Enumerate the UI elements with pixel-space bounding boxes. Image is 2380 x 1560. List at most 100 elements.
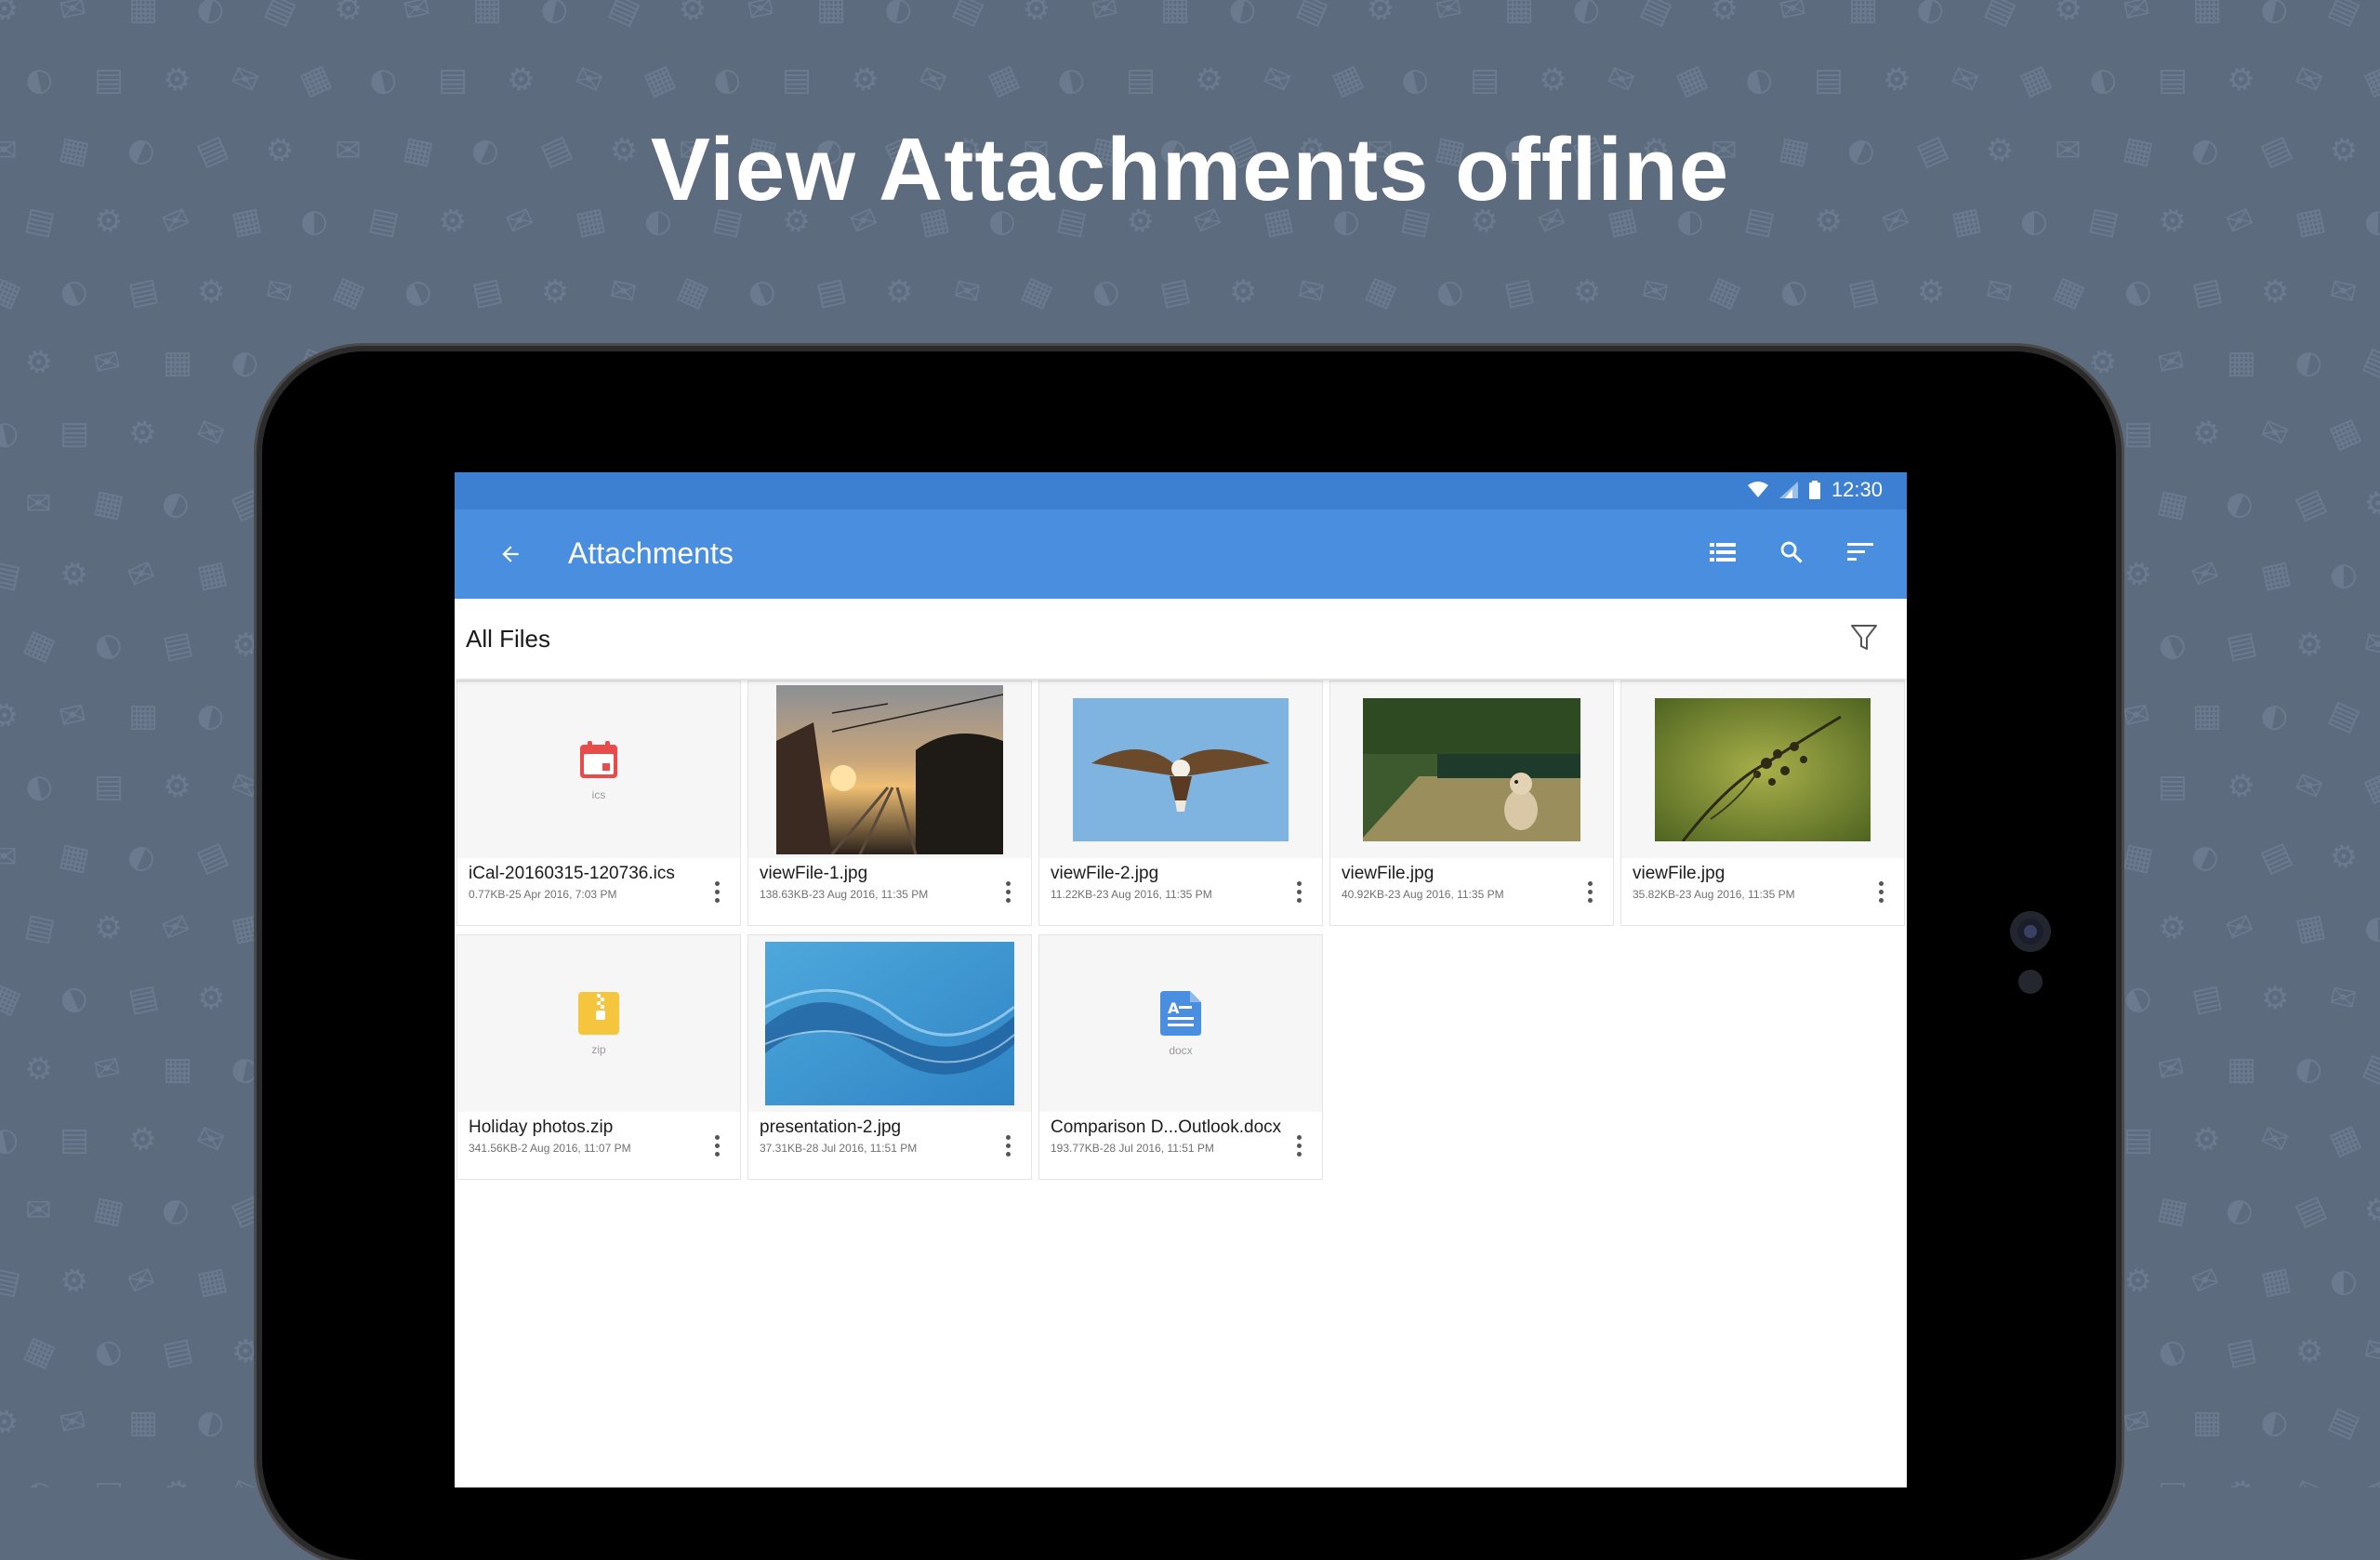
file-thumbnail xyxy=(1039,681,1322,858)
pattern-glyph: ▦ xyxy=(1704,269,1747,315)
pattern-glyph: ▤ xyxy=(469,271,506,313)
pattern-glyph: ▦ xyxy=(2227,344,2257,381)
pattern-glyph: ◐ xyxy=(2257,0,2293,31)
pattern-glyph: ▤ xyxy=(1291,0,1334,33)
more-options-icon[interactable] xyxy=(703,1129,731,1162)
pattern-glyph: ⚙ xyxy=(53,551,95,598)
pattern-glyph: ✉ xyxy=(1294,271,1329,313)
pattern-glyph: ▤ xyxy=(1470,61,1501,99)
pattern-glyph: ◐ xyxy=(156,481,197,527)
pattern-glyph: ◐ xyxy=(0,1118,22,1161)
pattern-glyph: ▦ xyxy=(163,1051,193,1088)
signal-icon xyxy=(1778,482,1798,498)
pattern-glyph: ◐ xyxy=(2151,1329,2192,1375)
svg-text:A: A xyxy=(1168,999,1180,1017)
pattern-glyph: ✉ xyxy=(569,57,609,103)
pattern-glyph: ▤ xyxy=(2223,1330,2260,1373)
more-options-icon[interactable] xyxy=(1285,875,1313,908)
pattern-glyph: ⚙ xyxy=(503,59,539,101)
pattern-glyph: ▦ xyxy=(1160,0,1191,28)
back-arrow-icon[interactable] xyxy=(490,534,531,575)
more-options-icon[interactable] xyxy=(994,875,1022,908)
pattern-glyph: ⚙ xyxy=(2261,273,2290,311)
proximity-sensor xyxy=(2018,970,2043,994)
pattern-glyph: ▤ xyxy=(1501,271,1538,313)
file-card[interactable]: zip Holiday photos.zip 341.56KB-2 Aug 2016… xyxy=(456,934,741,1180)
pattern-glyph: ◐ xyxy=(2364,909,2380,946)
pattern-glyph: ◐ xyxy=(1569,0,1605,31)
pattern-glyph: ▤ xyxy=(21,906,59,949)
file-card[interactable]: viewFile-1.jpg 138.63KB-23 Aug 2016, 11:3… xyxy=(747,681,1032,926)
pattern-glyph: ⚙ xyxy=(159,59,195,101)
pattern-glyph: ▤ xyxy=(2158,1474,2188,1487)
pattern-glyph: ▦ xyxy=(2323,1117,2366,1163)
file-card[interactable]: presentation-2.jpg 37.31KB-28 Jul 2016, 1… xyxy=(747,934,1032,1180)
filter-bar: All Files xyxy=(455,599,1907,679)
pattern-glyph: ✉ xyxy=(2289,763,2329,810)
file-card[interactable]: Adocx Comparison D...Outlook.docx 193.77KB… xyxy=(1038,934,1323,1180)
file-meta: 40.92KB-23 Aug 2016, 11:35 PM xyxy=(1342,888,1504,901)
pattern-glyph: ✉ xyxy=(122,1258,162,1304)
pattern-glyph: ▦ xyxy=(2192,1404,2223,1441)
pattern-glyph: ✉ xyxy=(2186,1258,2226,1304)
pattern-glyph: ✉ xyxy=(56,1401,90,1444)
more-options-icon[interactable] xyxy=(994,1129,1022,1162)
file-thumbnail xyxy=(1330,681,1613,858)
pattern-glyph: ▤ xyxy=(191,834,233,880)
file-card[interactable]: viewFile-2.jpg 11.22KB-23 Aug 2016, 11:35… xyxy=(1038,681,1323,926)
pattern-glyph: ◐ xyxy=(1429,269,1470,315)
file-card[interactable]: viewFile.jpg 35.82KB-23 Aug 2016, 11:35 P… xyxy=(1620,681,1905,926)
pattern-glyph: ⚙ xyxy=(231,1333,260,1370)
pattern-glyph: ▤ xyxy=(603,0,646,33)
pattern-glyph: ✉ xyxy=(25,485,52,522)
wifi-icon xyxy=(1747,482,1768,498)
pattern-glyph: ⚙ xyxy=(1016,0,1058,33)
pattern-glyph: ⚙ xyxy=(197,273,226,311)
pattern-glyph: ✉ xyxy=(2186,551,2226,598)
pattern-glyph: ✉ xyxy=(225,57,265,103)
list-view-icon[interactable] xyxy=(1702,532,1743,573)
camera-lens xyxy=(2010,911,2051,952)
more-options-icon[interactable] xyxy=(1285,1129,1313,1162)
pattern-glyph: ◐ xyxy=(2330,1263,2358,1300)
file-card[interactable]: viewFile.jpg 40.92KB-23 Aug 2016, 11:35 P… xyxy=(1329,681,1614,926)
pattern-glyph: ⚙ xyxy=(2223,59,2259,101)
pattern-glyph: ◐ xyxy=(1085,269,1126,315)
search-icon[interactable] xyxy=(1771,532,1812,573)
pattern-glyph: ▤ xyxy=(1814,61,1844,99)
file-card[interactable]: ics iCal-20160315-120736.ics 0.77KB-25 Apr… xyxy=(456,681,741,926)
pattern-glyph: ◐ xyxy=(2220,1187,2261,1234)
pattern-glyph: ▤ xyxy=(2123,1121,2154,1158)
sort-icon[interactable] xyxy=(1840,532,1881,573)
pattern-glyph: ✉ xyxy=(25,1192,52,1229)
pattern-glyph: ◐ xyxy=(741,269,782,315)
pattern-glyph: ✉ xyxy=(1432,0,1466,31)
more-options-icon[interactable] xyxy=(703,875,731,908)
pattern-glyph: ▤ xyxy=(94,1474,124,1487)
pattern-glyph: ◐ xyxy=(193,1401,229,1444)
pattern-glyph: ✉ xyxy=(606,271,641,313)
file-meta: 37.31KB-28 Jul 2016, 11:51 PM xyxy=(760,1142,918,1155)
pattern-glyph: ⚙ xyxy=(0,0,26,33)
filter-icon[interactable] xyxy=(1845,619,1883,656)
pattern-glyph: ▤ xyxy=(1157,271,1194,313)
filter-label: All Files xyxy=(466,625,551,653)
pattern-glyph: ✉ xyxy=(1257,57,1297,103)
pattern-glyph: ✉ xyxy=(2220,905,2260,951)
more-options-icon[interactable] xyxy=(1576,875,1604,908)
pattern-glyph: ⚙ xyxy=(1704,0,1746,33)
pattern-glyph: ▦ xyxy=(2292,906,2329,949)
pattern-glyph: ◐ xyxy=(1397,59,1433,101)
more-options-icon[interactable] xyxy=(1867,875,1895,908)
pattern-glyph: ✉ xyxy=(400,0,434,31)
pattern-glyph: ▤ xyxy=(2323,0,2366,33)
pattern-glyph: ✉ xyxy=(2120,0,2154,31)
pattern-glyph: ⚙ xyxy=(53,1258,95,1304)
pattern-glyph: ▦ xyxy=(228,906,265,949)
pattern-glyph: ⚙ xyxy=(541,273,570,311)
pattern-glyph: ▤ xyxy=(2323,693,2366,739)
pattern-glyph: ▤ xyxy=(2289,1187,2332,1234)
pattern-glyph: ⚙ xyxy=(1535,59,1571,101)
pattern-glyph: ▦ xyxy=(19,1329,61,1375)
pattern-glyph: ▤ xyxy=(94,768,125,805)
